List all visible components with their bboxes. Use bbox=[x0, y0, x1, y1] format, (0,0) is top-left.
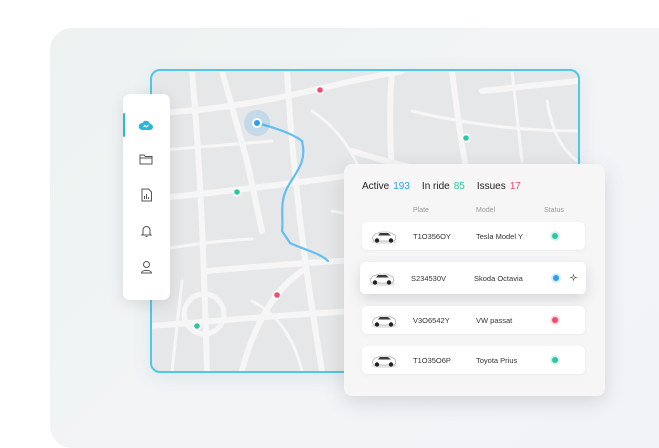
bell-icon[interactable] bbox=[137, 222, 155, 240]
car-icon bbox=[369, 273, 395, 286]
stat-in-ride[interactable]: In ride 85 bbox=[422, 181, 465, 192]
car-icon bbox=[371, 231, 397, 244]
status-dot bbox=[552, 357, 558, 363]
row-model: Tesla Model Y bbox=[476, 232, 523, 241]
fleet-panel: Active 193 In ride 85 Issues 17 Plate Model… bbox=[344, 164, 605, 396]
row-plate: T1O356OY bbox=[413, 232, 451, 241]
chart-icon[interactable] bbox=[137, 186, 155, 204]
sidebar-active-indicator bbox=[123, 113, 125, 137]
stat-in-ride-label: In ride bbox=[421, 181, 450, 192]
locate-icon[interactable] bbox=[569, 273, 578, 282]
stats-bar: Active 193 In ride 85 Issues 17 bbox=[362, 181, 521, 192]
status-dot bbox=[552, 233, 558, 239]
vehicle-marker-issue[interactable] bbox=[272, 290, 282, 300]
status-dot bbox=[552, 317, 558, 323]
status-dot bbox=[553, 275, 559, 281]
table-row[interactable]: T1O35O6P Toyota Prius bbox=[362, 346, 585, 374]
stat-in-ride-value: 85 bbox=[453, 181, 465, 192]
row-model: Skoda Octavia bbox=[474, 274, 523, 283]
stat-issues-label: Issues bbox=[476, 181, 506, 192]
cloud-icon[interactable] bbox=[137, 116, 155, 134]
row-model: Toyota Prius bbox=[476, 356, 518, 365]
stat-active-label: Active bbox=[362, 181, 390, 192]
car-icon bbox=[371, 355, 397, 368]
stat-issues[interactable]: Issues 17 bbox=[477, 181, 521, 192]
row-plate: T1O35O6P bbox=[413, 356, 451, 365]
row-plate: V3O6542Y bbox=[413, 316, 450, 325]
stat-active-value: 193 bbox=[393, 181, 410, 192]
vehicle-marker-in-ride[interactable] bbox=[192, 321, 202, 331]
vehicle-marker-issue[interactable] bbox=[315, 85, 325, 95]
user-icon[interactable] bbox=[137, 258, 155, 276]
column-header-plate: Plate bbox=[413, 207, 429, 214]
stat-active[interactable]: Active 193 bbox=[362, 181, 410, 192]
car-icon bbox=[371, 315, 397, 328]
vehicle-marker-in-ride[interactable] bbox=[232, 187, 242, 197]
selected-vehicle-marker[interactable] bbox=[244, 110, 270, 136]
folder-icon[interactable] bbox=[137, 150, 155, 168]
table-row[interactable]: T1O356OY Tesla Model Y bbox=[362, 222, 585, 250]
stat-issues-value: 17 bbox=[509, 181, 521, 192]
column-header-model: Model bbox=[476, 207, 496, 214]
row-model: VW passat bbox=[476, 316, 513, 325]
column-header-status: Status bbox=[544, 207, 564, 214]
table-row[interactable]: V3O6542Y VW passat bbox=[362, 306, 585, 334]
row-plate: S234530V bbox=[411, 274, 447, 283]
table-row-selected[interactable]: S234530V Skoda Octavia bbox=[360, 262, 586, 294]
sidebar bbox=[123, 94, 170, 300]
vehicle-marker-in-ride[interactable] bbox=[461, 133, 471, 143]
